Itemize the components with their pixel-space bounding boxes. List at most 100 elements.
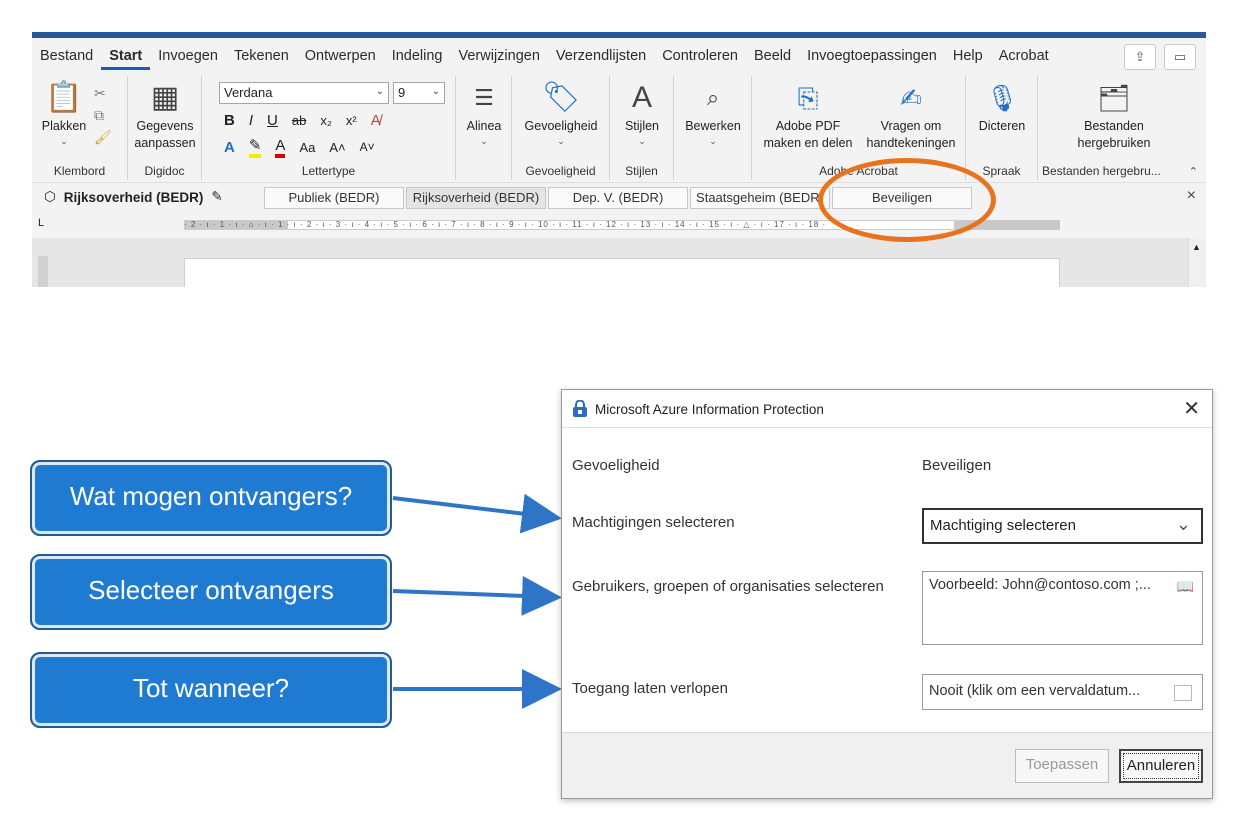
menu-bar: Bestand Start Invoegen Tekenen Ontwerpen… xyxy=(32,38,1206,74)
text-effects-icon[interactable]: A xyxy=(224,139,235,156)
chevron-down-icon: ⌄ xyxy=(709,135,717,146)
group-klembord: 📋 Plakken ⌄ ✂ ⧉ 🖌 Klembord xyxy=(32,76,128,180)
clear-format-icon[interactable]: A̸ xyxy=(371,112,381,129)
table-edit-icon: ▦ xyxy=(150,81,180,114)
cut-icon[interactable]: ✂ xyxy=(94,82,112,104)
menu-help[interactable]: Help xyxy=(945,48,991,64)
stijlen-button[interactable]: A Stijlen ⌄ xyxy=(614,80,670,147)
menu-ontwerpen[interactable]: Ontwerpen xyxy=(297,48,384,64)
lock-icon xyxy=(573,400,587,417)
subscript-icon[interactable]: x₂ xyxy=(320,113,332,128)
menu-controleren[interactable]: Controleren xyxy=(654,48,746,64)
group-bewerken: ⌕ Bewerken ⌄ xyxy=(674,76,752,180)
strikethrough-icon[interactable]: ab xyxy=(292,113,306,128)
reuse-files-icon: 🗂 xyxy=(1097,83,1131,113)
dialog-titlebar: Microsoft Azure Information Protection ✕ xyxy=(562,390,1212,428)
format-painter-icon[interactable]: 🖌 xyxy=(94,126,112,148)
group-bestanden: 🗂 Bestanden hergebruiken Bestanden herge… xyxy=(1038,76,1206,180)
font-color-icon[interactable]: A xyxy=(275,137,286,158)
collapse-ribbon-icon[interactable]: ⌃ xyxy=(1189,165,1198,178)
paste-button[interactable]: 📋 Plakken ⌄ xyxy=(38,80,90,147)
microphone-icon: 🎙 xyxy=(985,83,1019,113)
scroll-up-icon[interactable]: ▲ xyxy=(1192,242,1201,252)
gevoeligheid-value: Beveiligen xyxy=(922,457,992,474)
menu-invoegtoepassingen[interactable]: Invoegtoepassingen xyxy=(799,48,945,64)
bold-icon[interactable]: B xyxy=(224,112,235,129)
dialog-footer: Toepassen Annuleren xyxy=(562,732,1212,798)
menu-beeld[interactable]: Beeld xyxy=(746,48,799,64)
superscript-icon[interactable]: x² xyxy=(346,113,357,128)
menu-verzendlijsten[interactable]: Verzendlijsten xyxy=(548,48,654,64)
sensitivity-icon: 🏷 xyxy=(541,81,581,114)
tab-stop-icon[interactable]: L xyxy=(38,217,44,229)
close-icon[interactable]: × xyxy=(1187,187,1196,205)
menu-bestand[interactable]: Bestand xyxy=(32,48,101,64)
dialog-title: Microsoft Azure Information Protection xyxy=(595,402,824,417)
label-staatsgeheim[interactable]: Staatsgeheim (BEDR) xyxy=(690,187,830,209)
ruler: L · 2 · ı · 1 · ı · ⌂ · ı · 1 · ı · 2 · … xyxy=(32,213,1206,237)
tag-icon: ⬡ xyxy=(44,189,56,204)
label-dep-v[interactable]: Dep. V. (BEDR) xyxy=(548,187,688,209)
cancel-button[interactable]: Annuleren xyxy=(1119,749,1203,783)
bewerken-button[interactable]: ⌕ Bewerken ⌄ xyxy=(678,80,748,147)
group-spraak: 🎙 Dicteren Spraak xyxy=(966,76,1038,180)
format-row-1: B I U ab x₂ x² A̸ xyxy=(224,112,381,129)
chevron-down-icon: ⌄ xyxy=(60,135,68,146)
group-stijlen: A Stijlen ⌄ Stijlen xyxy=(610,76,674,180)
ribbon: 📋 Plakken ⌄ ✂ ⧉ 🖌 Klembord ▦ Gegevens aa… xyxy=(32,76,1206,180)
menu-invoegen[interactable]: Invoegen xyxy=(150,48,226,64)
gegevens-aanpassen-button[interactable]: ▦ Gegevens aanpassen xyxy=(130,80,200,152)
paragraph-icon: ☰ xyxy=(474,85,494,110)
font-size-select[interactable]: 9 ⌄ xyxy=(393,82,445,104)
dicteren-button[interactable]: 🎙 Dicteren xyxy=(968,80,1036,135)
menu-acrobat[interactable]: Acrobat xyxy=(991,48,1057,64)
adobe-pdf-button[interactable]: ⎘ Adobe PDF maken en delen xyxy=(756,80,860,152)
label-rijksoverheid[interactable]: Rijksoverheid (BEDR) xyxy=(406,187,546,209)
group-alinea: ☰ Alinea ⌄ xyxy=(456,76,512,180)
gevoeligheid-button[interactable]: 🏷 Gevoeligheid ⌄ xyxy=(516,80,606,147)
menu-start[interactable]: Start xyxy=(101,48,151,70)
font-name-select[interactable]: Verdana ⌄ xyxy=(219,82,389,104)
signature-icon: ✍ xyxy=(900,83,922,113)
vertical-ruler xyxy=(38,256,48,287)
request-signatures-button[interactable]: ✍ Vragen om handtekeningen xyxy=(858,80,964,152)
close-icon[interactable]: ✕ xyxy=(1183,396,1200,421)
arrow-1 xyxy=(392,493,562,534)
callout-selecteer-ontvangers: Selecteer ontvangers xyxy=(30,554,392,630)
italic-icon[interactable]: I xyxy=(249,112,253,129)
label-publiek[interactable]: Publiek (BEDR) xyxy=(264,187,404,209)
search-icon: ⌕ xyxy=(706,85,720,110)
permission-select[interactable]: Machtiging selecteren ⌄ xyxy=(922,508,1203,544)
change-case-icon[interactable]: Aa xyxy=(299,140,315,155)
format-row-2: A ✎ A Aa A˄ A˅ xyxy=(224,136,375,158)
gebruikers-label: Gebruikers, groepen of organisaties sele… xyxy=(572,578,884,595)
copy-icon[interactable]: ⧉ xyxy=(94,104,112,126)
apply-button[interactable]: Toepassen xyxy=(1015,749,1109,783)
group-gevoeligheid: 🏷 Gevoeligheid ⌄ Gevoeligheid xyxy=(512,76,610,180)
menu-indeling[interactable]: Indeling xyxy=(384,48,451,64)
shrink-font-icon[interactable]: A˅ xyxy=(360,140,375,154)
underline-icon[interactable]: U xyxy=(267,112,278,129)
document-page[interactable] xyxy=(184,258,1060,287)
aip-dialog: Microsoft Azure Information Protection ✕… xyxy=(561,389,1213,799)
calendar-icon[interactable] xyxy=(1174,685,1192,701)
users-input[interactable]: Voorbeeld: John@contoso.com ;... 📖 xyxy=(922,571,1203,645)
menu-tekenen[interactable]: Tekenen xyxy=(226,48,297,64)
share-icon[interactable]: ⇪ xyxy=(1124,44,1156,70)
vertical-scrollbar[interactable]: ▲ xyxy=(1188,238,1206,287)
pencil-icon[interactable]: ✎ xyxy=(211,189,222,205)
group-digidoc: ▦ Gegevens aanpassen Digidoc xyxy=(128,76,202,180)
chevron-down-icon: ⌄ xyxy=(557,135,565,146)
clipboard-icon: 📋 xyxy=(45,81,83,114)
address-book-icon[interactable]: 📖 xyxy=(1177,578,1194,595)
alinea-button[interactable]: ☰ Alinea ⌄ xyxy=(460,80,508,147)
expiry-date-input[interactable]: Nooit (klik om een vervaldatum... xyxy=(922,674,1203,710)
comments-icon[interactable]: ▭ xyxy=(1164,44,1196,70)
menu-verwijzingen[interactable]: Verwijzingen xyxy=(451,48,548,64)
highlight-icon[interactable]: ✎ xyxy=(248,136,262,158)
chevron-down-icon: ⌄ xyxy=(480,135,488,146)
grow-font-icon[interactable]: A˄ xyxy=(329,140,345,155)
bestanden-hergebruiken-button[interactable]: 🗂 Bestanden hergebruiken xyxy=(1064,80,1164,152)
gevoeligheid-label: Gevoeligheid xyxy=(572,457,660,474)
chevron-down-icon: ⌄ xyxy=(375,86,384,97)
